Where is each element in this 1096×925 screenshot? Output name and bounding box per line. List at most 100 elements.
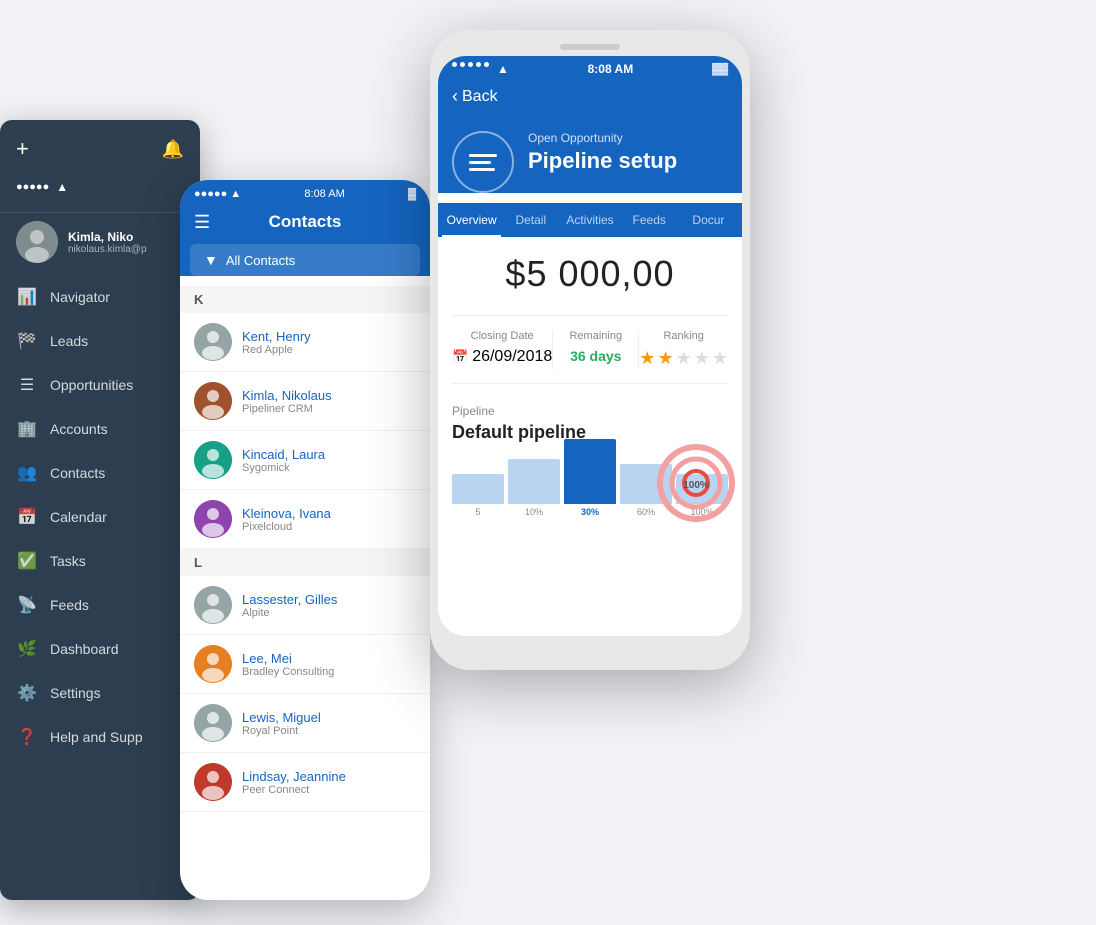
list-item[interactable]: Lassester, Gilles Alpite xyxy=(180,576,430,635)
sidebar: + 🔔 ●●●●● ▲ Kimla, Niko nikolaus.kimla@p… xyxy=(0,120,200,900)
star-4: ★ xyxy=(694,348,710,369)
avatar xyxy=(194,500,232,538)
profile-email: nikolaus.kimla@p xyxy=(68,244,184,255)
list-item[interactable]: Lindsay, Jeannine Peer Connect xyxy=(180,753,430,812)
sidebar-item-label: Contacts xyxy=(50,465,105,481)
sidebar-item-opportunities[interactable]: ☰ Opportunities xyxy=(0,363,200,407)
contact-info: Lewis, Miguel Royal Point xyxy=(242,710,416,737)
opp-time: 8:08 AM xyxy=(588,62,634,76)
bar-label: 10% xyxy=(525,507,543,517)
sidebar-item-accounts[interactable]: 🏢 Accounts xyxy=(0,407,200,451)
sidebar-item-label: Help and Supp xyxy=(50,729,143,745)
battery-icon: ▓▓ xyxy=(712,63,728,75)
opp-hero: Open Opportunity Pipeline setup xyxy=(438,117,742,193)
list-item[interactable]: Kleinova, Ivana Pixelcloud xyxy=(180,490,430,549)
sidebar-item-label: Feeds xyxy=(50,597,89,613)
contact-name: Kimla, Nikolaus xyxy=(242,388,416,403)
avatar xyxy=(194,645,232,683)
phone-screen: ▲ 8:08 AM ▓▓ ‹ Back Open Opportunity xyxy=(438,56,742,636)
tab-detail[interactable]: Detail xyxy=(501,203,560,237)
opportunity-phone: ▲ 8:08 AM ▓▓ ‹ Back Open Opportunity xyxy=(430,30,750,670)
sidebar-item-dashboard[interactable]: 🌿 Dashboard xyxy=(0,627,200,671)
status-dots: ●●●●● ▲ xyxy=(194,188,241,200)
list-item[interactable]: Kincaid, Laura Sygomick xyxy=(180,431,430,490)
notification-bell-icon[interactable]: 🔔 xyxy=(162,139,184,160)
sidebar-item-label: Navigator xyxy=(50,289,110,305)
sidebar-item-navigator[interactable]: 📊 Navigator xyxy=(0,275,200,319)
opportunities-icon: ☰ xyxy=(16,375,38,395)
list-item[interactable]: Kent, Henry Red Apple xyxy=(180,313,430,372)
remaining-stat: Remaining 36 days xyxy=(553,330,639,369)
tab-overview[interactable]: Overview xyxy=(442,203,501,237)
contacts-status-bar: ●●●●● ▲ 8:08 AM ▓ xyxy=(180,180,430,204)
list-item[interactable]: Kimla, Nikolaus Pipeliner CRM xyxy=(180,372,430,431)
sidebar-item-calendar[interactable]: 📅 Calendar xyxy=(0,495,200,539)
filter-label: All Contacts xyxy=(226,253,295,268)
contact-company: Alpite xyxy=(242,607,416,619)
pipeline-bar: 10% xyxy=(508,459,560,517)
list-item[interactable]: Lee, Mei Bradley Consulting xyxy=(180,635,430,694)
back-chevron-icon: ‹ xyxy=(452,86,458,107)
avatar[interactable] xyxy=(16,221,58,263)
opp-amount: $5 000,00 xyxy=(452,253,728,295)
pipeline-bar: 30% xyxy=(564,439,616,517)
contacts-time: 8:08 AM xyxy=(304,188,344,200)
opp-title: Pipeline setup xyxy=(528,149,728,173)
sidebar-item-leads[interactable]: 🏁 Leads xyxy=(0,319,200,363)
contact-name: Lee, Mei xyxy=(242,651,416,666)
sidebar-item-contacts[interactable]: 👥 Contacts xyxy=(0,451,200,495)
contact-company: Red Apple xyxy=(242,344,416,356)
sidebar-item-settings[interactable]: ⚙️ Settings xyxy=(0,671,200,715)
contact-name: Lassester, Gilles xyxy=(242,592,416,607)
sidebar-item-feeds[interactable]: 📡 Feeds xyxy=(0,583,200,627)
dashboard-icon: 🌿 xyxy=(16,639,38,659)
contact-name: Kleinova, Ivana xyxy=(242,506,416,521)
tab-docur[interactable]: Docur xyxy=(679,203,738,237)
tab-feeds[interactable]: Feeds xyxy=(620,203,679,237)
tab-activities[interactable]: Activities xyxy=(560,203,619,237)
contacts-nav-bar: ☰ Contacts xyxy=(180,204,430,244)
list-item[interactable]: Lewis, Miguel Royal Point xyxy=(180,694,430,753)
contact-company: Peer Connect xyxy=(242,784,416,796)
navigator-icon: 📊 xyxy=(16,287,38,307)
hamburger-icon[interactable]: ☰ xyxy=(194,212,210,233)
sidebar-item-tasks[interactable]: ✅ Tasks xyxy=(0,539,200,583)
contact-company: Royal Point xyxy=(242,725,416,737)
bar-label: 5 xyxy=(475,507,480,517)
back-button[interactable]: ‹ Back xyxy=(452,86,728,107)
contacts-filter[interactable]: ▼ All Contacts xyxy=(190,244,420,276)
pipeline-chart-container: 5 10% 30% 60% 100% 100% xyxy=(452,457,728,537)
sidebar-item-label: Accounts xyxy=(50,421,108,437)
contacts-phone: ●●●●● ▲ 8:08 AM ▓ ☰ Contacts ▼ All Conta… xyxy=(180,180,430,900)
svg-text:100%: 100% xyxy=(683,480,709,491)
sidebar-item-label: Calendar xyxy=(50,509,107,525)
bar-fill xyxy=(452,474,504,504)
bar-fill xyxy=(564,439,616,504)
calendar-icon: 📅 xyxy=(16,507,38,527)
contact-info: Kleinova, Ivana Pixelcloud xyxy=(242,506,416,533)
accounts-icon: 🏢 xyxy=(16,419,38,439)
opp-lines-icon xyxy=(469,154,497,171)
avatar xyxy=(194,586,232,624)
opp-tabs: OverviewDetailActivitiesFeedsDocur xyxy=(438,203,742,237)
phone-notch xyxy=(438,44,742,50)
sidebar-item-help[interactable]: ❓ Help and Supp xyxy=(0,715,200,759)
star-1: ★ xyxy=(639,348,655,369)
bar-fill xyxy=(508,459,560,504)
closing-date-label: Closing Date xyxy=(452,330,552,342)
opp-icon-circle xyxy=(452,131,514,193)
contact-name: Kent, Henry xyxy=(242,329,416,344)
help-icon: ❓ xyxy=(16,727,38,747)
contacts-list: K Kent, Henry Red Apple xyxy=(180,286,430,876)
pipeline-label: Pipeline xyxy=(452,404,728,418)
battery-icon: ▓ xyxy=(408,188,416,200)
sidebar-item-label: Leads xyxy=(50,333,88,349)
opp-status-bar: ▲ 8:08 AM ▓▓ xyxy=(438,56,742,80)
closing-date-stat: Closing Date 📅 26/09/2018 xyxy=(452,330,553,369)
contact-company: Sygomick xyxy=(242,462,416,474)
status-dots: ●●●●● xyxy=(16,181,49,193)
add-button[interactable]: + xyxy=(16,136,29,162)
contact-info: Lindsay, Jeannine Peer Connect xyxy=(242,769,416,796)
tasks-icon: ✅ xyxy=(16,551,38,571)
star-3: ★ xyxy=(676,348,692,369)
